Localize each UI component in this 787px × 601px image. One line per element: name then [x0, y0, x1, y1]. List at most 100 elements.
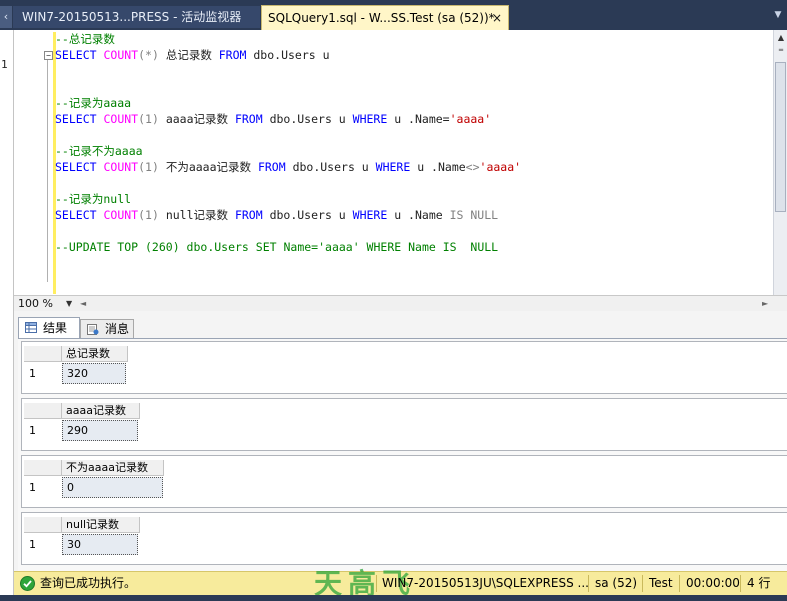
code-line-1[interactable]: --总记录数 — [55, 32, 115, 46]
scroll-up-icon[interactable]: ▲ — [775, 32, 787, 44]
success-check-icon — [20, 576, 35, 591]
tab-activity-monitor[interactable]: WIN7-20150513...PRESS - 活动监视器 — [13, 6, 260, 28]
tab-messages[interactable]: 消息 — [80, 319, 134, 338]
grid-corner — [24, 517, 62, 533]
result-cell[interactable]: 0 — [62, 477, 163, 498]
tab-results[interactable]: 结果 — [18, 317, 80, 338]
result-cell[interactable]: 320 — [62, 363, 126, 384]
sql-condition: u .Name — [410, 160, 466, 174]
status-row-count: 4 行 — [747, 576, 771, 590]
sql-args: (1) — [138, 160, 159, 174]
sql-args: (*) — [138, 48, 159, 62]
zoom-dropdown-icon[interactable]: ▼ — [66, 296, 72, 311]
sql-args: (1) — [138, 208, 159, 222]
result-grid-2[interactable]: aaaa记录数 1 290 — [21, 398, 787, 451]
window-list-dropdown-icon[interactable]: ▼ — [772, 9, 784, 21]
messages-icon — [87, 324, 99, 335]
row-number[interactable]: 1 — [24, 534, 62, 556]
grid-corner — [24, 460, 62, 476]
sql-comment: --记录为null — [55, 192, 132, 206]
row-number[interactable]: 1 — [24, 477, 62, 499]
sql-keyword: WHERE — [352, 208, 388, 222]
code-line-8[interactable]: --记录不为aaaa — [55, 144, 143, 158]
sql-function: COUNT — [103, 160, 139, 174]
column-header[interactable]: 不为aaaa记录数 — [62, 460, 164, 476]
sql-keyword: SELECT — [55, 208, 97, 222]
status-database: Test — [649, 576, 673, 590]
outline-guide-line — [47, 60, 48, 282]
status-divider — [642, 575, 643, 592]
tab-messages-label: 消息 — [105, 322, 130, 336]
result-grid-4[interactable]: null记录数 1 30 — [21, 512, 787, 565]
window-bottom-edge — [0, 595, 787, 601]
sql-condition: u .Name= — [387, 112, 450, 126]
grid-corner — [24, 346, 62, 362]
code-line-14[interactable]: --UPDATE TOP (260) dbo.Users SET Name='a… — [55, 240, 498, 254]
status-divider — [588, 575, 589, 592]
sql-operator: <> — [465, 160, 480, 174]
result-cell[interactable]: 30 — [62, 534, 138, 555]
sql-alias: aaaa记录数 — [158, 112, 235, 126]
sql-keyword: WHERE — [375, 160, 411, 174]
code-line-6[interactable]: SELECT COUNT(1) aaaa记录数 FROM dbo.Users u… — [55, 112, 491, 126]
sql-function: COUNT — [103, 112, 139, 126]
sql-keyword-is: IS — [449, 208, 464, 222]
status-divider — [740, 575, 741, 592]
sql-comment: --记录为aaaa — [55, 96, 132, 110]
code-line-11[interactable]: --记录为null — [55, 192, 131, 206]
sql-keyword: FROM — [234, 112, 263, 126]
sql-alias: null记录数 — [158, 208, 235, 222]
status-user: sa (52) — [595, 576, 638, 590]
tab-sql-query[interactable]: SQLQuery1.sql - W...SS.Test (sa (52))* — [261, 5, 509, 30]
collapse-block-icon[interactable]: − — [44, 51, 53, 60]
result-grid-1[interactable]: 总记录数 1 320 — [21, 341, 787, 394]
sql-alias: 不为aaaa记录数 — [158, 160, 258, 174]
split-handle-icon[interactable]: ═ — [775, 46, 787, 54]
row-number[interactable]: 1 — [24, 420, 62, 442]
sql-keyword: FROM — [257, 160, 286, 174]
sql-comment: --总记录数 — [55, 32, 115, 46]
sql-keyword: FROM — [218, 48, 247, 62]
code-line-5[interactable]: --记录为aaaa — [55, 96, 131, 110]
result-cell[interactable]: 290 — [62, 420, 138, 441]
column-header[interactable]: 总记录数 — [62, 346, 128, 362]
scroll-right-icon[interactable]: ► — [762, 296, 768, 311]
code-line-9[interactable]: SELECT COUNT(1) 不为aaaa记录数 FROM dbo.Users… — [55, 160, 521, 174]
results-pane: 结果 消息 总记录数 1 320 aaaa记录数 1 290 不为aaaa记录数… — [14, 311, 787, 571]
result-grid-3[interactable]: 不为aaaa记录数 1 0 — [21, 455, 787, 508]
column-header[interactable]: aaaa记录数 — [62, 403, 140, 419]
sql-string: 'aaaa' — [479, 160, 522, 174]
grid-corner — [24, 403, 62, 419]
editor-vertical-scrollbar[interactable]: ▲ ═ — [773, 30, 787, 295]
row-number[interactable]: 1 — [24, 363, 62, 385]
sql-condition: u .Name — [387, 208, 450, 222]
sql-args: (1) — [138, 112, 159, 126]
sql-keyword: FROM — [234, 208, 263, 222]
status-server: WIN7-20150513JU\SQLEXPRESS ... — [382, 576, 589, 590]
scroll-left-icon[interactable]: ◄ — [80, 296, 86, 311]
status-divider — [376, 575, 377, 592]
code-line-12[interactable]: SELECT COUNT(1) null记录数 FROM dbo.Users u… — [55, 208, 498, 222]
document-tab-bar: ‹ WIN7-20150513...PRESS - 活动监视器 SQLQuery… — [0, 0, 787, 30]
scroll-thumb[interactable] — [775, 62, 786, 212]
close-tab-icon[interactable]: × — [489, 10, 505, 26]
sql-object: dbo.Users u — [262, 208, 353, 222]
object-explorer-edge: 1 — [0, 30, 14, 595]
results-grids-container: 总记录数 1 320 aaaa记录数 1 290 不为aaaa记录数 1 0 n… — [18, 338, 787, 571]
outline-margin — [33, 30, 53, 295]
sql-alias: 总记录数 — [158, 48, 219, 62]
sql-object: dbo.Users u — [262, 112, 353, 126]
code-line-2[interactable]: SELECT COUNT(*) 总记录数 FROM dbo.Users u — [55, 48, 330, 62]
column-header[interactable]: null记录数 — [62, 517, 140, 533]
sql-keyword: SELECT — [55, 48, 97, 62]
editor-zoom-bar: 100 % ▼ ◄ ► — [14, 295, 787, 311]
query-status-bar: 查询已成功执行。 天高飞 WIN7-20150513JU\SQLEXPRESS … — [14, 569, 787, 599]
zoom-level[interactable]: 100 % — [18, 296, 53, 311]
sql-keyword: SELECT — [55, 112, 97, 126]
sql-object: dbo.Users u — [246, 48, 330, 62]
grid-icon — [25, 322, 37, 333]
sql-function: COUNT — [103, 208, 139, 222]
tab-scroll-left-icon[interactable]: ‹ — [0, 6, 12, 28]
line-marker: 1 — [1, 58, 8, 71]
query-editor[interactable]: − --总记录数 SELECT COUNT(*) 总记录数 FROM dbo.U… — [14, 30, 773, 295]
